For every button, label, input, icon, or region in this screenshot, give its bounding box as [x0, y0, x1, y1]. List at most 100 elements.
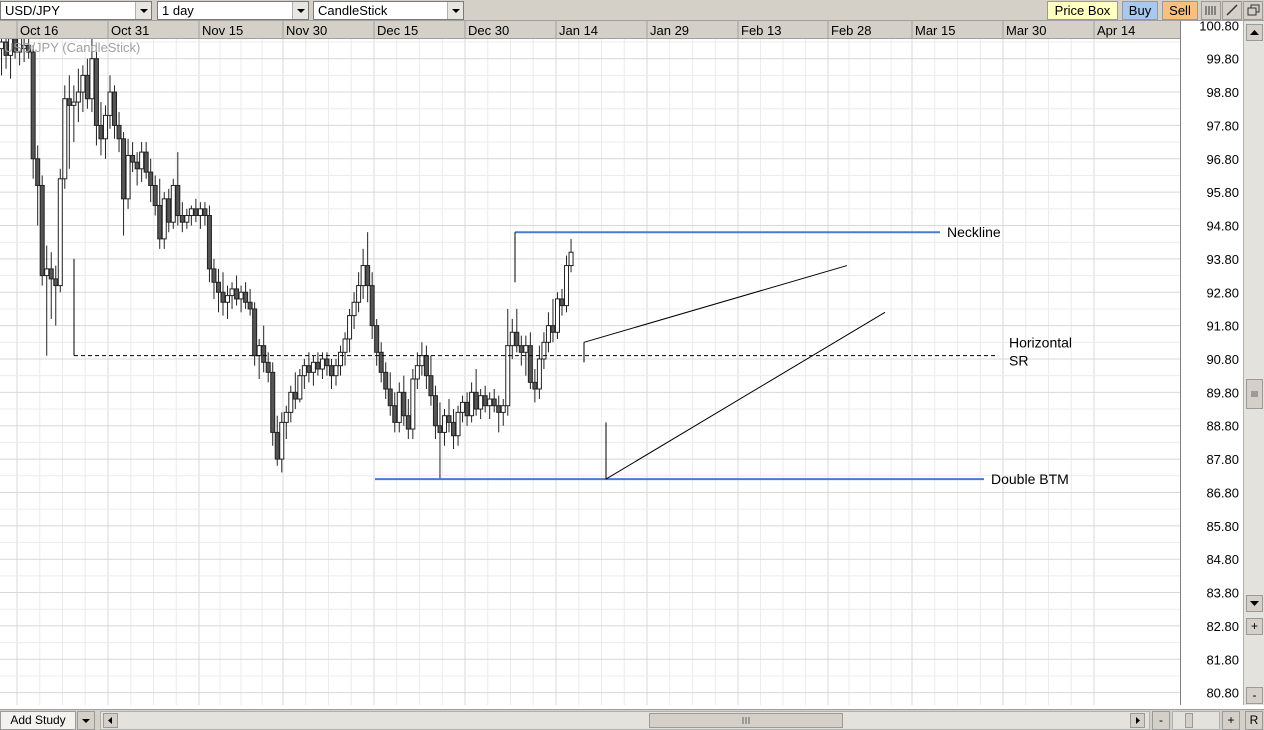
price-tick-label: 92.80	[1206, 285, 1239, 300]
candle	[157, 178, 163, 249]
candle-body-down	[202, 208, 208, 217]
candle-body-up	[197, 208, 203, 217]
chevron-down-icon[interactable]	[292, 2, 308, 19]
vertical-scroll-thumb[interactable]	[1246, 379, 1263, 409]
date-tick-label: Nov 30	[286, 23, 327, 38]
candle-body-up	[460, 401, 466, 413]
add-study-button[interactable]: Add Study	[0, 711, 76, 730]
candle	[559, 288, 565, 316]
candle	[148, 158, 154, 203]
candle	[564, 255, 570, 313]
candle	[396, 382, 402, 433]
candle-body-up	[509, 331, 515, 347]
zoom-out-horizontal-button[interactable]: -	[1152, 711, 1170, 730]
candle-body-down	[175, 184, 181, 217]
candle	[247, 288, 253, 316]
candle-body-down	[30, 51, 36, 160]
candle-body-down	[518, 345, 524, 353]
candle	[378, 342, 384, 383]
interval-select[interactable]: 1 day	[157, 1, 309, 20]
candle	[93, 52, 99, 146]
candle-body-up	[188, 208, 194, 217]
scroll-left-button[interactable]	[103, 713, 118, 728]
candle	[441, 409, 447, 446]
candle-body-up	[487, 398, 493, 407]
date-tick-label: Feb 13	[741, 23, 781, 38]
candle	[505, 308, 511, 416]
candle-body-up	[102, 114, 108, 140]
candle-body-up	[80, 74, 86, 93]
price-box-button[interactable]: Price Box	[1047, 1, 1118, 20]
candle-body-down	[383, 371, 389, 390]
horizontal-scroll-thumb[interactable]	[649, 713, 843, 728]
candle-body-up	[125, 154, 131, 200]
candle	[487, 392, 493, 420]
scroll-right-button[interactable]	[1130, 713, 1145, 728]
candle-body-down	[315, 361, 321, 370]
candle-body-down	[116, 124, 122, 140]
scroll-up-button[interactable]	[1246, 24, 1263, 41]
candle-body-down	[211, 268, 217, 283]
candlestick-chart[interactable]: Neckline Horizontal SR Double BTM	[0, 21, 1180, 705]
scroll-down-button[interactable]	[1246, 595, 1263, 612]
candle	[170, 178, 176, 229]
draw-line-icon[interactable]	[1222, 1, 1242, 20]
candle	[554, 292, 560, 339]
candle-body-up	[360, 265, 366, 287]
horizontal-scrollbar[interactable]	[100, 711, 1150, 730]
candle-body-down	[532, 381, 538, 390]
candle	[53, 265, 59, 326]
date-tick-label: Mar 15	[915, 23, 955, 38]
horizontal-sr-label: Horizontal	[1009, 334, 1072, 350]
candle-body-up	[505, 345, 511, 407]
candle	[514, 308, 520, 353]
reset-button[interactable]: R	[1245, 711, 1263, 730]
candle-body-down	[550, 325, 556, 333]
symbol-select[interactable]: USD/JPY	[0, 1, 152, 20]
candle	[270, 362, 276, 446]
zoom-in-button[interactable]: +	[1246, 618, 1263, 635]
candle	[35, 145, 41, 226]
candle-body-down	[437, 425, 443, 433]
candle	[437, 402, 443, 480]
candle-body-down	[292, 391, 298, 400]
candle-body-down	[265, 361, 271, 373]
candle	[414, 352, 420, 390]
add-study-dropdown[interactable]	[77, 711, 95, 730]
horizontal-zoom-track[interactable]	[1172, 711, 1220, 730]
candle	[423, 345, 429, 390]
zoom-in-horizontal-button[interactable]: +	[1222, 711, 1240, 730]
candle-body-up	[356, 285, 362, 303]
date-tick-label: Oct 16	[20, 23, 58, 38]
chart-area[interactable]: Neckline Horizontal SR Double BTM USD/JPY (…	[0, 21, 1180, 705]
price-tick-label: 90.80	[1206, 352, 1239, 367]
buy-button[interactable]: Buy	[1122, 1, 1158, 20]
candle-body-down	[270, 371, 276, 433]
chevron-down-icon[interactable]	[447, 2, 463, 19]
candle	[84, 58, 90, 109]
zoom-out-button[interactable]: -	[1246, 687, 1263, 704]
price-tick-label: 97.80	[1206, 118, 1239, 133]
candle-body-down	[324, 358, 330, 367]
price-tick-label: 95.80	[1206, 185, 1239, 200]
chart-style-select[interactable]: CandleStick	[313, 1, 464, 20]
candle-body-down	[401, 391, 407, 417]
restore-window-icon[interactable]	[1243, 1, 1263, 20]
candle	[464, 392, 470, 426]
price-tick-label: 87.80	[1206, 452, 1239, 467]
candle-body-up	[536, 358, 542, 390]
candle	[365, 232, 371, 303]
vertical-scrollbar[interactable]: + -	[1243, 21, 1264, 705]
candle-body-up	[225, 295, 231, 303]
crosshair-icon[interactable]	[1201, 1, 1221, 20]
price-tick-label: 94.80	[1206, 219, 1239, 234]
candle-body-up	[184, 215, 190, 223]
candle	[234, 275, 240, 306]
sell-button[interactable]: Sell	[1162, 1, 1198, 20]
candle-body-down	[369, 285, 375, 327]
candle	[405, 399, 411, 440]
candle	[541, 332, 547, 369]
chevron-down-icon[interactable]	[135, 2, 151, 19]
candle	[496, 395, 502, 433]
horizontal-zoom-thumb[interactable]	[1185, 713, 1193, 728]
